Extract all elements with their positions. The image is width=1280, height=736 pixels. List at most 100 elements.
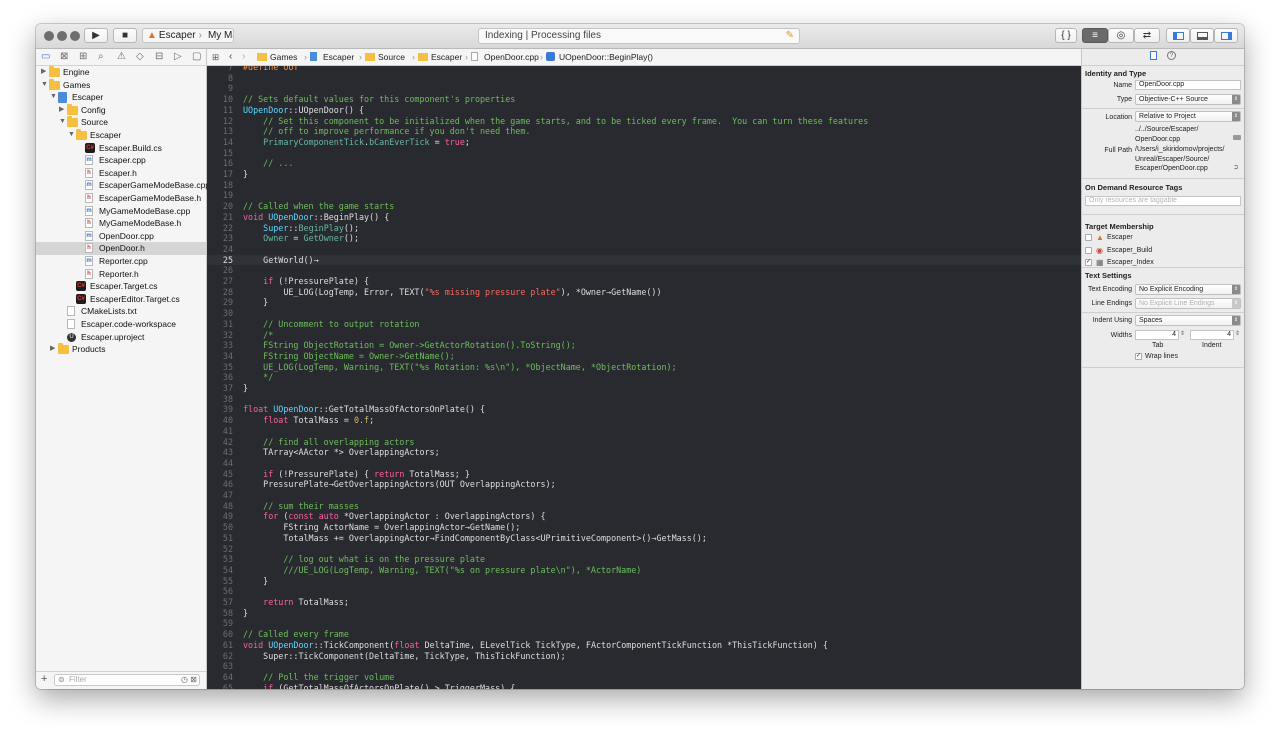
code-line[interactable]: 46 PressurePlate→GetOverlappingActors(OU… bbox=[207, 479, 1081, 490]
tree-item[interactable]: C# EscaperEditor.Target.cs bbox=[36, 293, 206, 306]
code-line[interactable]: 58} bbox=[207, 608, 1081, 619]
type-popup[interactable]: Objective-C++ Source ⇕ bbox=[1135, 94, 1241, 105]
recent-icon[interactable]: ◷ bbox=[181, 675, 188, 685]
source-control-icon[interactable]: ⊠ bbox=[60, 52, 68, 62]
code-line[interactable]: 43 TArray<AActor *> OverlappingActors; bbox=[207, 447, 1081, 458]
code-line[interactable]: 50 FString ActorName = OverlappingActor→… bbox=[207, 522, 1081, 533]
filter-input[interactable]: ⊜ Filter ◷ ⊠ bbox=[54, 674, 200, 686]
toggle-navigator-button[interactable] bbox=[1166, 28, 1190, 43]
source-editor[interactable]: 7 #define OUT 8 9 10 // Sets default values f… bbox=[207, 66, 1081, 689]
code-line[interactable]: 13 // off to improve performance if you … bbox=[207, 126, 1081, 137]
help-icon[interactable]: ? bbox=[1167, 51, 1176, 60]
code-line[interactable]: 14 PrimaryComponentTick.bCanEverTick = t… bbox=[207, 137, 1081, 148]
code-line[interactable]: 48 // sum their masses bbox=[207, 501, 1081, 512]
reveal-arrow-icon[interactable]: ➲ bbox=[1233, 163, 1239, 171]
tree-item[interactable]: m Reporter.cpp bbox=[36, 255, 206, 268]
target-checkbox[interactable]: ✓ bbox=[1085, 259, 1092, 266]
add-icon[interactable]: + bbox=[41, 673, 47, 685]
folder-reveal-icon[interactable] bbox=[1233, 135, 1241, 140]
code-line[interactable]: 44 bbox=[207, 458, 1081, 469]
tree-item[interactable]: ▶ Engine bbox=[36, 66, 206, 79]
code-line[interactable]: 32 /* bbox=[207, 330, 1081, 341]
tree-item[interactable]: C# Escaper.Target.cs bbox=[36, 280, 206, 293]
code-line[interactable]: 17} bbox=[207, 169, 1081, 180]
disclosure-collapsed-icon[interactable]: ▶ bbox=[41, 66, 46, 79]
code-line[interactable]: 45 if (!PressurePlate) { return TotalMas… bbox=[207, 469, 1081, 480]
back-arrow-icon[interactable]: ‹ bbox=[229, 49, 232, 65]
tree-item[interactable]: ▶ Products bbox=[36, 343, 206, 356]
zoom-window-button[interactable] bbox=[70, 31, 80, 41]
search-icon[interactable]: ⌕ bbox=[98, 52, 104, 62]
code-line[interactable]: 51 TotalMass += OverlappingActor→FindCom… bbox=[207, 533, 1081, 544]
encoding-popup[interactable]: No Explicit Encoding ⇕ bbox=[1135, 284, 1241, 295]
breakpoint-icon[interactable]: ▷ bbox=[174, 52, 182, 62]
symbol-icon[interactable]: ⊞ bbox=[79, 52, 87, 62]
tree-item[interactable]: ▼ Escaper bbox=[36, 91, 206, 104]
tree-item[interactable]: CMakeLists.txt bbox=[36, 305, 206, 318]
code-line[interactable]: 53 // log out what is on the pressure pl… bbox=[207, 554, 1081, 565]
tab-width-stepper[interactable]: ⇕ bbox=[1180, 330, 1185, 337]
toggle-debug-area-button[interactable] bbox=[1190, 28, 1214, 43]
warning-icon[interactable]: ⚠ bbox=[117, 52, 126, 62]
target-checkbox[interactable] bbox=[1085, 246, 1092, 254]
code-line[interactable]: 34 FString ObjectName = Owner->GetName()… bbox=[207, 351, 1081, 362]
code-line[interactable]: 63 bbox=[207, 661, 1081, 672]
code-line[interactable]: 64 // Poll the trigger volume bbox=[207, 672, 1081, 683]
stop-button[interactable]: ■ bbox=[113, 28, 137, 43]
code-line[interactable]: 21 void UOpenDoor::BeginPlay() { bbox=[207, 212, 1081, 223]
disclosure-expanded-icon[interactable]: ▼ bbox=[68, 129, 75, 142]
assistant-editor-button[interactable]: ◎ bbox=[1108, 28, 1134, 43]
code-line[interactable]: 16 // ... bbox=[207, 158, 1081, 169]
code-line[interactable]: 20 // Called when the game starts bbox=[207, 201, 1081, 212]
tree-item[interactable]: h OpenDoor.h bbox=[36, 242, 206, 255]
minimize-window-button[interactable] bbox=[57, 31, 67, 41]
code-line[interactable]: 62 Super::TickComponent(DeltaTime, TickT… bbox=[207, 651, 1081, 662]
code-line[interactable]: 41 bbox=[207, 426, 1081, 437]
tree-item[interactable]: h Escaper.h bbox=[36, 167, 206, 180]
code-line[interactable]: 12 // Set this component to be initializ… bbox=[207, 116, 1081, 127]
breadcrumb-item[interactable]: OpenDoor.cpp bbox=[484, 49, 539, 65]
toggle-inspector-button[interactable] bbox=[1214, 28, 1238, 43]
tree-item[interactable]: U Escaper.uproject bbox=[36, 331, 206, 344]
code-line[interactable]: 37} bbox=[207, 383, 1081, 394]
tree-item[interactable]: Escaper.code-workspace bbox=[36, 318, 206, 331]
code-line[interactable]: 59 bbox=[207, 618, 1081, 629]
tree-item[interactable]: m OpenDoor.cpp bbox=[36, 230, 206, 243]
tree-item[interactable]: ▶ Config bbox=[36, 103, 206, 117]
library-button[interactable]: { } bbox=[1055, 28, 1077, 43]
code-line[interactable]: 11 UOpenDoor::UOpenDoor() { bbox=[207, 105, 1081, 116]
indent-using-popup[interactable]: Spaces ⇕ bbox=[1135, 315, 1241, 326]
tree-item[interactable]: ▼ Source bbox=[36, 116, 206, 129]
code-line[interactable]: 26 bbox=[207, 265, 1081, 276]
related-items-icon[interactable]: ⊞ bbox=[212, 49, 219, 65]
file-inspector-icon[interactable] bbox=[1150, 51, 1157, 60]
disclosure-expanded-icon[interactable]: ▼ bbox=[41, 79, 48, 92]
indent-width-field[interactable]: 4 bbox=[1190, 330, 1234, 340]
code-line[interactable]: 55 } bbox=[207, 576, 1081, 587]
name-field[interactable]: OpenDoor.cpp bbox=[1135, 80, 1241, 90]
disclosure-expanded-icon[interactable]: ▼ bbox=[50, 91, 57, 104]
report-icon[interactable]: ▢ bbox=[192, 52, 201, 62]
standard-editor-button[interactable]: ≡ bbox=[1082, 28, 1108, 43]
code-line[interactable]: 8 bbox=[207, 73, 1081, 84]
code-line[interactable]: 57 return TotalMass; bbox=[207, 597, 1081, 608]
code-line[interactable]: 23 Owner = GetOwner(); bbox=[207, 233, 1081, 244]
debug-icon[interactable]: ⊟ bbox=[155, 52, 163, 62]
code-line[interactable]: 24 bbox=[207, 244, 1081, 255]
code-line[interactable]: 40 float TotalMass = 0.f; bbox=[207, 415, 1081, 426]
code-line[interactable]: 28 UE_LOG(LogTemp, Error, TEXT("%s missi… bbox=[207, 287, 1081, 298]
tree-item[interactable]: ▼ Games bbox=[36, 78, 206, 92]
code-line[interactable]: 56 bbox=[207, 586, 1081, 597]
code-line[interactable]: 47 bbox=[207, 490, 1081, 501]
odr-tags-field[interactable]: Only resources are taggable bbox=[1085, 196, 1241, 206]
scheme-selector[interactable]: ▲ Escaper › My Mac bbox=[142, 28, 234, 43]
breadcrumb-item[interactable]: Escaper bbox=[431, 49, 462, 65]
tree-item[interactable]: h EscaperGameModeBase.h bbox=[36, 192, 206, 205]
tree-item[interactable]: h Reporter.h bbox=[36, 268, 206, 281]
code-line[interactable]: 18 bbox=[207, 180, 1081, 191]
folder-icon[interactable]: ▭ bbox=[41, 52, 50, 62]
code-line[interactable]: 38 bbox=[207, 394, 1081, 405]
code-line[interactable]: 31 // Uncomment to output rotation bbox=[207, 319, 1081, 330]
tree-item[interactable]: C# Escaper.Build.cs bbox=[36, 142, 206, 155]
code-line[interactable]: 27 if (!PressurePlate) { bbox=[207, 276, 1081, 287]
